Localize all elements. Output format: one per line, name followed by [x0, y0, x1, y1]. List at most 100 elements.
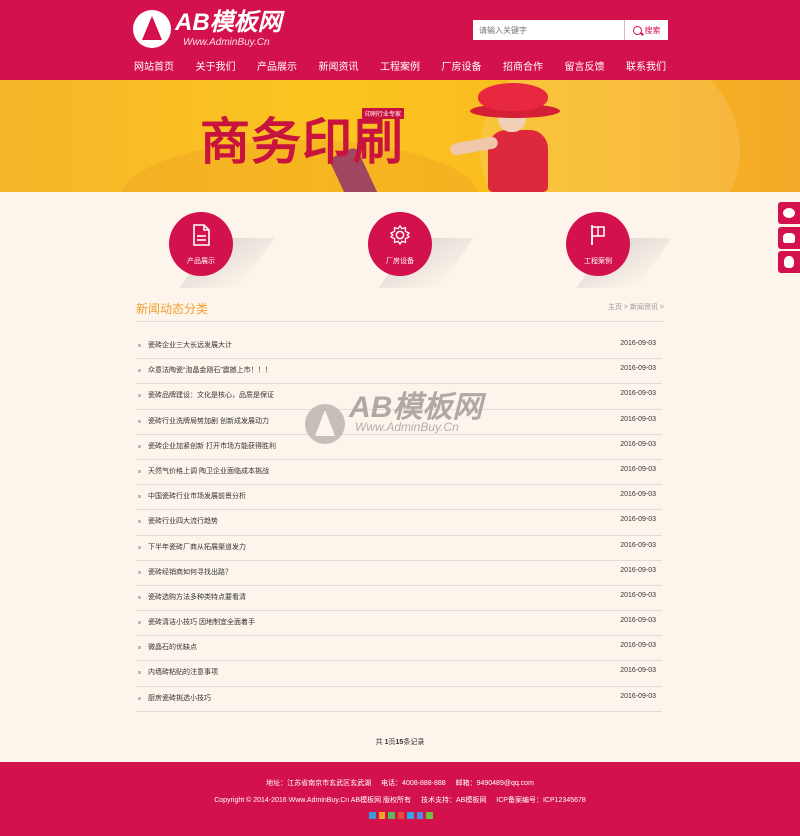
footer-copyright: Copyright © 2014-2016 Www.AdminBuy.Cn AB…: [214, 797, 412, 804]
news-title-link[interactable]: 瓷砖行业四大流行趋势: [148, 516, 218, 526]
news-title-link[interactable]: 内墙砖粘贴的注意事项: [148, 667, 218, 677]
banner: 商务印刷 印刷行业专家: [0, 80, 800, 192]
news-title-link[interactable]: 中国瓷砖行业市场发展前景分析: [148, 491, 246, 501]
logo[interactable]: AB模板网 Www.AdminBuy.Cn: [133, 10, 303, 50]
share-icon[interactable]: [369, 812, 376, 819]
user-group-icon: [783, 233, 795, 243]
search-input[interactable]: [473, 20, 623, 40]
breadcrumb-home[interactable]: 主页: [608, 304, 622, 311]
share-icon[interactable]: [426, 812, 434, 819]
footer-contact: 地址：江苏省南京市玄武区玄武湖 电话：4008-888-888 邮箱：94904…: [0, 778, 800, 788]
search-box: 搜索: [473, 20, 668, 40]
news-title-link[interactable]: 天然气价格上调 陶卫企业面临成本挑战: [148, 466, 269, 476]
footer-icp: ICP备案编号：ICP12345678: [496, 797, 586, 804]
footer-address: 地址：江苏省南京市玄武区玄武湖: [266, 780, 372, 787]
logo-title: AB模板网: [175, 9, 282, 36]
category-label: 厂房设备: [386, 258, 414, 265]
nav-item-home[interactable]: 网站首页: [130, 56, 178, 80]
category-equipment[interactable]: 厂房设备: [368, 212, 474, 288]
search-button[interactable]: 搜索: [624, 20, 668, 40]
footer-phone: 电话：4008-888-888: [381, 780, 446, 787]
footer: 地址：江苏省南京市玄武区玄武湖 电话：4008-888-888 邮箱：94904…: [0, 762, 800, 836]
news-title-link[interactable]: 众意法陶瓷“泡晶金刚石”震撼上市！！！: [148, 365, 272, 375]
news-date: 2016-09-03: [620, 340, 656, 347]
section-header: 新闻动态分类 主页 > 新闻资讯 >: [136, 296, 664, 322]
news-title-link[interactable]: 瓷砖行业洗牌局势加剧 创新成发展动力: [148, 416, 269, 426]
share-icon[interactable]: [378, 812, 386, 819]
news-date: 2016-09-03: [620, 667, 656, 675]
news-date: 2016-09-03: [620, 516, 656, 524]
share-icon[interactable]: [416, 812, 424, 819]
nav-item-equipment[interactable]: 厂房设备: [438, 56, 486, 80]
logo-url: Www.AdminBuy.Cn: [183, 37, 270, 48]
news-date: 2016-09-03: [620, 465, 656, 473]
nav-item-contact[interactable]: 联系我们: [622, 56, 670, 80]
footer-support: 技术支持：AB模板网: [421, 797, 487, 804]
category-cases[interactable]: 工程案例: [566, 212, 672, 288]
news-title-link[interactable]: 厨房瓷砖挑选小技巧: [148, 693, 211, 703]
list-item: 天然气价格上调 陶卫企业面临成本挑战 2016-09-03: [136, 460, 662, 486]
breadcrumb-separator: >: [623, 304, 628, 311]
news-title-link[interactable]: 下半年瓷砖厂商从拓展渠道发力: [148, 542, 246, 552]
nav-item-feedback[interactable]: 留言反馈: [561, 56, 609, 80]
list-item: 瓷砖经销商如何寻找出路？ 2016-09-03: [136, 561, 662, 586]
news-date: 2016-09-03: [620, 491, 656, 499]
news-date: 2016-09-03: [620, 566, 656, 574]
gear-icon: [390, 224, 410, 246]
news-title-link[interactable]: 瓷砖企业加紧创新 打开市场方能获得胜利: [148, 441, 276, 451]
news-title-link[interactable]: 微晶石的优缺点: [148, 642, 197, 652]
news-date: 2016-09-03: [620, 617, 656, 625]
nav-item-investment[interactable]: 招商合作: [499, 56, 547, 80]
nav-item-news[interactable]: 新闻资讯: [315, 56, 363, 80]
flag-icon: [591, 225, 605, 245]
nav-item-products[interactable]: 产品展示: [253, 56, 301, 80]
chat-icon: [783, 208, 795, 218]
share-icon[interactable]: [388, 812, 395, 819]
news-title-link[interactable]: 瓷砖品牌建设：文化是核心，品质是保证: [148, 390, 274, 400]
list-item: 下半年瓷砖厂商从拓展渠道发力 2016-09-03: [136, 536, 662, 561]
pager-suffix: 条记录: [403, 739, 425, 746]
section-title: 新闻动态分类: [136, 302, 209, 316]
search-button-label: 搜索: [644, 25, 661, 35]
breadcrumb: 主页 > 新闻资讯 >: [608, 302, 664, 312]
header: AB模板网 Www.AdminBuy.Cn 搜索 网站首页 关于我们 产品展示 …: [0, 0, 800, 80]
list-item: 众意法陶瓷“泡晶金刚石”震撼上市！！！ 2016-09-03: [136, 359, 662, 385]
news-date: 2016-09-03: [620, 415, 656, 423]
news-title-link[interactable]: 瓷砖清洁小技巧 因地制宜全面着手: [148, 617, 255, 627]
news-date: 2016-09-03: [620, 642, 656, 650]
user-group-button[interactable]: [778, 227, 800, 249]
list-item: 瓷砖行业四大流行趋势 2016-09-03: [136, 510, 662, 536]
news-date: 2016-09-03: [620, 692, 656, 700]
share-icon[interactable]: [407, 812, 414, 819]
qq-button[interactable]: [778, 251, 800, 273]
banner-model-image: [449, 80, 590, 192]
news-title-link[interactable]: 瓷砖选购方法多种类特点要看清: [148, 592, 246, 602]
watermark-logo-icon: [305, 404, 345, 444]
share-icons: [369, 812, 434, 820]
news-title-link[interactable]: 瓷砖企业三大长远发展大计: [148, 340, 232, 350]
pager-mid: 页: [388, 739, 396, 746]
news-date: 2016-09-03: [620, 365, 656, 373]
category-products[interactable]: 产品展示: [169, 212, 275, 288]
category-label: 产品展示: [187, 258, 215, 265]
nav-item-about[interactable]: 关于我们: [192, 56, 240, 80]
chat-button[interactable]: [778, 202, 800, 224]
document-icon: [193, 224, 210, 246]
list-item: 微晶石的优缺点 2016-09-03: [136, 636, 662, 662]
banner-tag: 印刷行业专家: [362, 108, 405, 119]
pager-prefix: 共: [375, 739, 385, 746]
share-icon[interactable]: [397, 812, 405, 819]
category-label: 工程案例: [584, 258, 612, 265]
search-icon: [632, 25, 642, 35]
breadcrumb-separator: >: [659, 304, 664, 311]
footer-copyright-line: Copyright © 2014-2016 Www.AdminBuy.Cn AB…: [0, 795, 800, 805]
nav-item-cases[interactable]: 工程案例: [376, 56, 424, 80]
news-title-link[interactable]: 瓷砖经销商如何寻找出路？: [148, 567, 232, 577]
news-date: 2016-09-03: [620, 591, 656, 599]
list-item: 瓷砖企业三大长远发展大计 2016-09-03: [136, 334, 662, 360]
breadcrumb-current[interactable]: 新闻资讯: [630, 304, 658, 311]
list-item: 瓷砖清洁小技巧 因地制宜全面着手 2016-09-03: [136, 611, 662, 637]
list-item: 厨房瓷砖挑选小技巧 2016-09-03: [136, 687, 662, 712]
footer-email: 邮箱：9490489@qq.com: [455, 780, 534, 787]
watermark: AB模板网 Www.AdminBuy.Cn: [305, 382, 505, 446]
